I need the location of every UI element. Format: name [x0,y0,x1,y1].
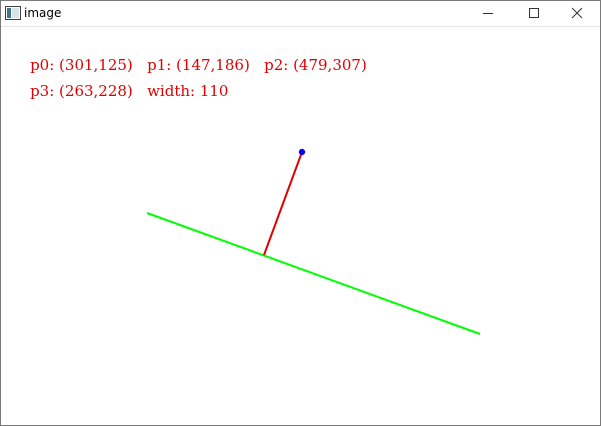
maximize-button[interactable] [511,1,557,26]
maximize-icon [529,8,539,18]
coordinates-line-2: p3: (263,228) width: 110 [11,64,228,118]
close-button[interactable] [554,1,600,26]
p2-label: p2: (479,307) [264,56,367,74]
minimize-icon [483,13,493,14]
point-marker [298,148,306,156]
p3-label: p3: (263,228) [30,82,133,100]
width-label: width: 110 [147,82,229,100]
green-line [146,212,481,335]
window-title: image [24,6,62,20]
image-window: image p0: (301,125) p1: (147,186) p2: (4… [0,0,601,426]
app-window-icon [5,6,21,20]
minimize-button[interactable] [465,1,511,26]
close-icon [571,7,583,19]
red-perpendicular-segment [263,151,303,256]
title-bar[interactable]: image [1,1,600,27]
